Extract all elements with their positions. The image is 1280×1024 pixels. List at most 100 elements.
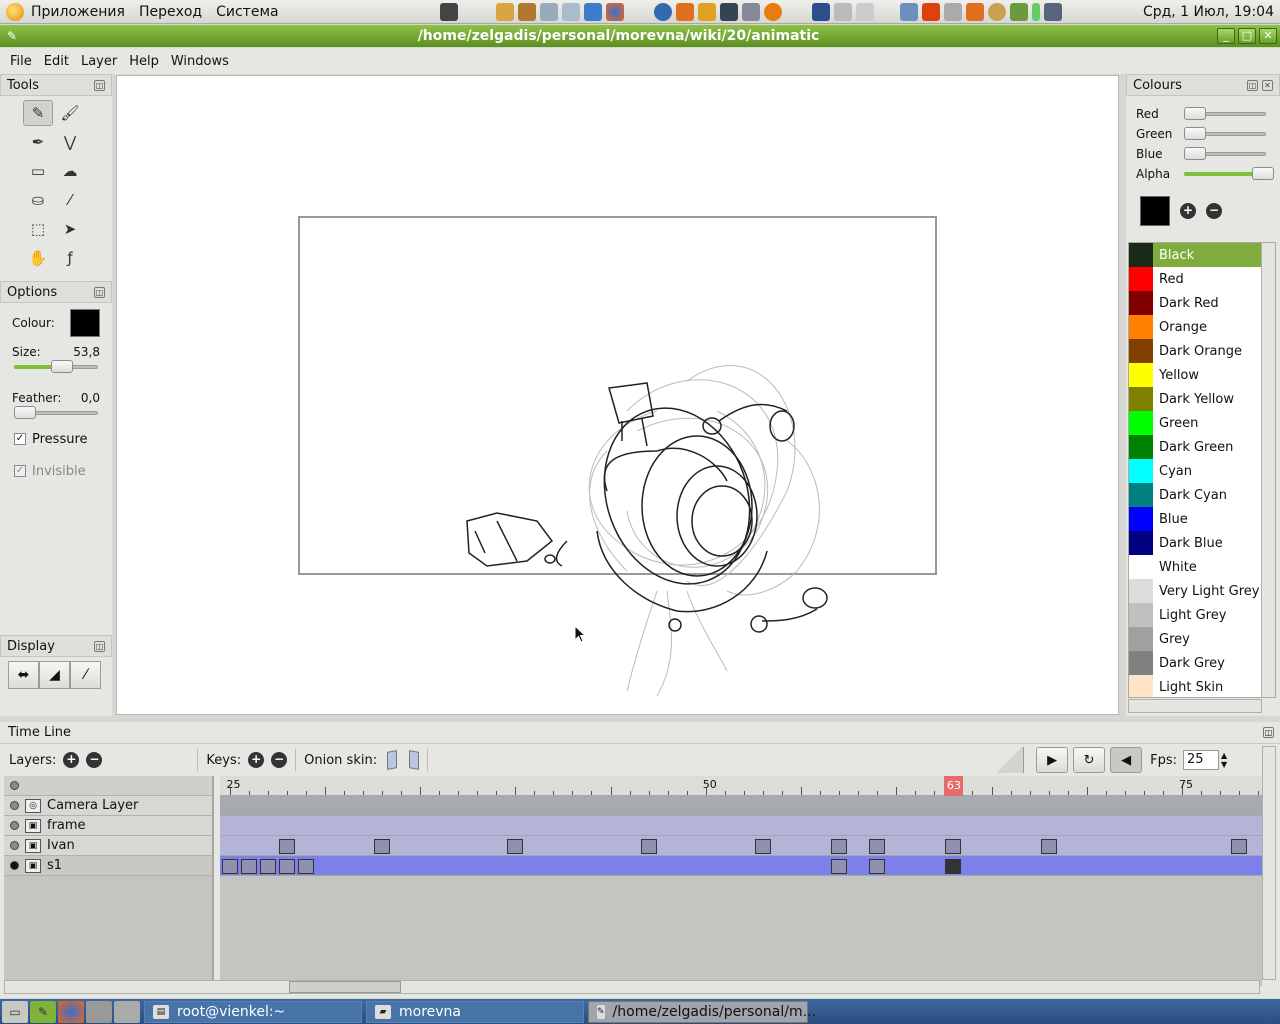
layer-visibility-icon[interactable] (10, 821, 19, 830)
tools-cross-icon[interactable] (675, 2, 694, 21)
float-dock-icon[interactable]: ◫ (94, 79, 105, 91)
invisible-checkbox[interactable]: ✓ Invisible (0, 455, 112, 487)
usb-icon[interactable] (855, 2, 874, 21)
disk-icon[interactable] (741, 2, 760, 21)
slider-thumb[interactable] (1184, 127, 1206, 140)
palette-scrollbar[interactable] (1261, 243, 1275, 697)
palette-item[interactable]: Dark Blue (1129, 531, 1275, 555)
keyframe[interactable] (221, 859, 238, 874)
size-slider[interactable] (14, 360, 98, 373)
keyframe[interactable] (869, 859, 886, 874)
menu-edit[interactable]: Edit (38, 54, 75, 69)
taskbar-button[interactable]: ✎ /home/zelgadis/personal/m... (588, 1000, 816, 1023)
menu-layer[interactable]: Layer (75, 54, 123, 69)
current-colour-swatch[interactable] (1140, 196, 1170, 226)
slider-thumb[interactable] (1252, 167, 1274, 180)
palette-item[interactable]: Dark Yellow (1129, 387, 1275, 411)
battery-icon[interactable] (1031, 2, 1040, 21)
keyframe[interactable] (507, 839, 524, 854)
document-icon[interactable] (539, 2, 558, 21)
keyframe[interactable] (240, 859, 257, 874)
network-icon[interactable] (833, 2, 852, 21)
palette-item[interactable]: Green (1129, 411, 1275, 435)
frame-ruler[interactable]: 25 50 75 63 (220, 776, 1262, 796)
keyframe[interactable] (297, 859, 314, 874)
layer-row-camera-layer[interactable]: ◎ Camera Layer (4, 796, 212, 816)
keyframe[interactable] (754, 839, 771, 854)
blender-icon[interactable] (763, 2, 782, 21)
minimize-button[interactable]: _ (1217, 28, 1235, 44)
palette-hscrollbar[interactable] (1128, 699, 1262, 713)
drawing-canvas[interactable] (116, 75, 1119, 715)
layer-row-s1[interactable]: ▣ s1 (4, 856, 212, 876)
alpha-slider[interactable] (1184, 167, 1274, 180)
palette-item[interactable]: Orange (1129, 315, 1275, 339)
weather-icon[interactable] (1009, 2, 1028, 21)
palette-item[interactable]: Yellow (1129, 363, 1275, 387)
pressure-checkbox[interactable]: ✓ Pressure (0, 423, 112, 455)
palette-item[interactable]: Dark Grey (1129, 651, 1275, 675)
applet-icon[interactable] (943, 2, 962, 21)
edit-points-icon[interactable]: ƒ (55, 245, 85, 271)
remove-layer-icon[interactable]: − (86, 752, 103, 768)
keyframe[interactable] (869, 839, 886, 854)
red-slider[interactable] (1184, 107, 1266, 120)
green-slider[interactable] (1184, 127, 1266, 140)
layer-row-frame[interactable]: ▣ frame (4, 816, 212, 836)
drop-icon[interactable] (653, 2, 672, 21)
outlines-icon[interactable]: ⁄ (70, 661, 101, 689)
close-dock-icon[interactable]: ✕ (1262, 79, 1273, 91)
pressure-check-icon[interactable]: ✓ (14, 433, 26, 445)
remove-colour-icon[interactable]: − (1206, 203, 1222, 219)
keyframe[interactable] (945, 839, 962, 854)
magnet-icon[interactable] (697, 2, 716, 21)
palette-item[interactable]: Black (1129, 243, 1275, 267)
timeline-vscrollbar[interactable] (1262, 746, 1276, 980)
gnome-foot-icon[interactable] (6, 2, 24, 21)
terminal-icon[interactable] (719, 2, 738, 21)
hand-icon[interactable]: ✋ (23, 245, 53, 271)
keyframe[interactable] (1040, 839, 1057, 854)
layer-track[interactable] (220, 836, 1262, 856)
book-icon[interactable] (495, 2, 514, 21)
eyedropper-icon[interactable]: ⁄ (55, 187, 85, 213)
add-key-icon[interactable]: + (248, 752, 265, 768)
float-dock-icon[interactable]: ◫ (1263, 727, 1274, 738)
move-icon[interactable]: ➤ (55, 216, 85, 242)
add-layer-icon[interactable]: + (63, 752, 80, 768)
colour-swatch-button[interactable] (70, 309, 100, 337)
timeline-hscrollbar[interactable] (4, 980, 1260, 994)
size-slider-thumb[interactable] (51, 360, 74, 373)
package-icon[interactable] (517, 2, 536, 21)
firefox-icon[interactable] (605, 2, 624, 21)
palette-item[interactable]: Grey (1129, 627, 1275, 651)
keyframe[interactable] (831, 839, 848, 854)
taskbar-button[interactable]: ▰ morevna (366, 1000, 584, 1023)
layer-visibility-icon[interactable] (10, 801, 19, 810)
search-icon[interactable] (987, 2, 1006, 21)
layer-track[interactable] (220, 796, 1262, 816)
thin-lines-icon[interactable]: ◢ (39, 661, 70, 689)
remove-key-icon[interactable]: − (271, 752, 288, 768)
update-alert-icon[interactable] (921, 2, 940, 21)
layer-track[interactable] (220, 856, 1262, 876)
palette-item[interactable]: Light Skin (1129, 675, 1275, 697)
places-menu[interactable]: Переход (132, 4, 209, 20)
hscroll-thumb[interactable] (289, 981, 401, 993)
palette-item[interactable]: Blue (1129, 507, 1275, 531)
palette-item[interactable]: Dark Red (1129, 291, 1275, 315)
playhead[interactable]: 63 (944, 776, 964, 796)
bluetooth-icon[interactable] (899, 2, 918, 21)
keyframe[interactable] (259, 859, 276, 874)
layer-visibility-icon[interactable] (10, 841, 19, 850)
float-dock-icon[interactable]: ◫ (94, 286, 105, 298)
applications-menu[interactable]: Приложения (24, 4, 132, 20)
pencil-launcher-icon[interactable]: ✎ (30, 1000, 56, 1023)
notes-icon[interactable] (561, 2, 580, 21)
pencil-icon[interactable]: ✎ (23, 100, 53, 126)
loop-button[interactable]: ↻ (1073, 747, 1106, 773)
keyframe[interactable] (831, 859, 848, 874)
smudge-icon[interactable]: ☁ (55, 158, 85, 184)
palette-item[interactable]: Cyan (1129, 459, 1275, 483)
palette-item[interactable]: White (1129, 555, 1275, 579)
